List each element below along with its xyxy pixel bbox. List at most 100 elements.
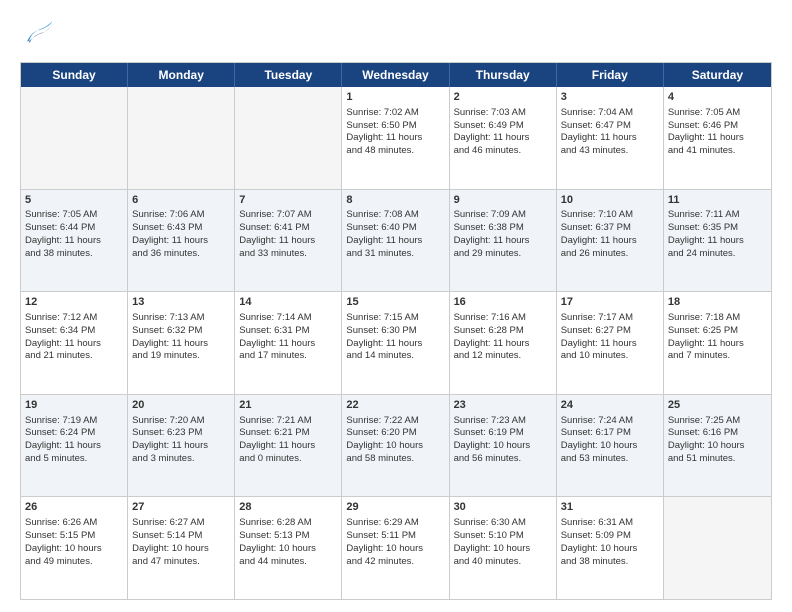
day-cell-13: 13Sunrise: 7:13 AMSunset: 6:32 PMDayligh… [128, 292, 235, 394]
day-cell-23: 23Sunrise: 7:23 AMSunset: 6:19 PMDayligh… [450, 395, 557, 497]
day-info-line: Daylight: 10 hours [561, 440, 659, 453]
day-info-line: and 41 minutes. [668, 145, 767, 158]
day-number: 6 [132, 193, 230, 208]
day-cell-1: 1Sunrise: 7:02 AMSunset: 6:50 PMDaylight… [342, 87, 449, 189]
day-info-line: Daylight: 11 hours [561, 132, 659, 145]
day-info-line: and 5 minutes. [25, 453, 123, 466]
logo-icon [20, 16, 56, 52]
day-info-line: Sunrise: 7:09 AM [454, 209, 552, 222]
day-number: 11 [668, 193, 767, 208]
day-info-line: Sunset: 6:34 PM [25, 325, 123, 338]
day-info-line: Sunset: 6:23 PM [132, 427, 230, 440]
day-info-line: and 29 minutes. [454, 248, 552, 261]
day-info-line: Sunset: 6:43 PM [132, 222, 230, 235]
day-cell-28: 28Sunrise: 6:28 AMSunset: 5:13 PMDayligh… [235, 497, 342, 599]
day-info-line: and 56 minutes. [454, 453, 552, 466]
day-info-line: Sunset: 6:32 PM [132, 325, 230, 338]
day-info-line: and 51 minutes. [668, 453, 767, 466]
day-info-line: Sunset: 5:09 PM [561, 530, 659, 543]
day-number: 9 [454, 193, 552, 208]
day-cell-26: 26Sunrise: 6:26 AMSunset: 5:15 PMDayligh… [21, 497, 128, 599]
day-info-line: Daylight: 10 hours [346, 440, 444, 453]
day-info-line: Sunset: 6:17 PM [561, 427, 659, 440]
day-info-line: Sunrise: 7:08 AM [346, 209, 444, 222]
day-info-line: Daylight: 11 hours [132, 338, 230, 351]
day-info-line: Sunrise: 6:27 AM [132, 517, 230, 530]
day-number: 16 [454, 295, 552, 310]
day-info-line: and 19 minutes. [132, 350, 230, 363]
day-cell-2: 2 Sunrise: 7:03 AMSunset: 6:49 PMDaylight… [450, 87, 557, 189]
day-number: 5 [25, 193, 123, 208]
day-cell-empty-0-1 [128, 87, 235, 189]
day-header-sunday: Sunday [21, 63, 128, 87]
day-info-line: Sunset: 6:37 PM [561, 222, 659, 235]
day-info-line: Daylight: 10 hours [239, 543, 337, 556]
day-number: 18 [668, 295, 767, 310]
day-number: 12 [25, 295, 123, 310]
day-info-line: Daylight: 10 hours [561, 543, 659, 556]
day-cell-8: 8Sunrise: 7:08 AMSunset: 6:40 PMDaylight… [342, 190, 449, 292]
day-number: 17 [561, 295, 659, 310]
day-info-line: and 58 minutes. [346, 453, 444, 466]
day-info-line: Sunrise: 7:19 AM [25, 415, 123, 428]
day-info-line: and 44 minutes. [239, 556, 337, 569]
day-number: 27 [132, 500, 230, 515]
day-info-line: Sunrise: 7:03 AM [454, 107, 552, 120]
day-info-line: and 42 minutes. [346, 556, 444, 569]
day-info-line: Sunset: 6:28 PM [454, 325, 552, 338]
day-cell-3: 3Sunrise: 7:04 AMSunset: 6:47 PMDaylight… [557, 87, 664, 189]
day-header-saturday: Saturday [664, 63, 771, 87]
week-row-2: 5Sunrise: 7:05 AMSunset: 6:44 PMDaylight… [21, 190, 771, 293]
day-info-line: Sunrise: 7:11 AM [668, 209, 767, 222]
day-info-line: Sunrise: 6:29 AM [346, 517, 444, 530]
day-cell-27: 27Sunrise: 6:27 AMSunset: 5:14 PMDayligh… [128, 497, 235, 599]
day-info-line: Sunrise: 7:24 AM [561, 415, 659, 428]
day-info-line: Daylight: 11 hours [132, 235, 230, 248]
day-cell-25: 25Sunrise: 7:25 AMSunset: 6:16 PMDayligh… [664, 395, 771, 497]
day-info-line: Sunrise: 7:21 AM [239, 415, 337, 428]
day-info-line: Sunrise: 7:07 AM [239, 209, 337, 222]
day-info-line: Daylight: 11 hours [346, 132, 444, 145]
day-info-line: Sunset: 6:50 PM [346, 120, 444, 133]
day-number: 2 [454, 90, 552, 105]
day-number: 15 [346, 295, 444, 310]
day-number: 31 [561, 500, 659, 515]
day-info-line: Sunset: 6:41 PM [239, 222, 337, 235]
day-number: 1 [346, 90, 444, 105]
day-info-line: Daylight: 11 hours [454, 235, 552, 248]
day-info-line: Daylight: 11 hours [346, 235, 444, 248]
day-info-line: Sunrise: 7:23 AM [454, 415, 552, 428]
day-info-line: Sunset: 5:13 PM [239, 530, 337, 543]
day-header-friday: Friday [557, 63, 664, 87]
day-info-line: Sunrise: 7:04 AM [561, 107, 659, 120]
day-info-line: Sunrise: 7:16 AM [454, 312, 552, 325]
day-info-line: Sunset: 6:49 PM [454, 120, 552, 133]
day-cell-12: 12Sunrise: 7:12 AMSunset: 6:34 PMDayligh… [21, 292, 128, 394]
day-info-line: Daylight: 11 hours [668, 235, 767, 248]
week-row-5: 26Sunrise: 6:26 AMSunset: 5:15 PMDayligh… [21, 497, 771, 599]
day-info-line: Sunrise: 6:30 AM [454, 517, 552, 530]
day-info-line: Sunset: 6:30 PM [346, 325, 444, 338]
day-info-line: and 10 minutes. [561, 350, 659, 363]
day-info-line: Daylight: 10 hours [132, 543, 230, 556]
day-info-line: Daylight: 11 hours [454, 132, 552, 145]
day-info-line: Daylight: 10 hours [25, 543, 123, 556]
day-cell-18: 18Sunrise: 7:18 AMSunset: 6:25 PMDayligh… [664, 292, 771, 394]
day-info-line: Sunset: 6:20 PM [346, 427, 444, 440]
day-info-line: and 24 minutes. [668, 248, 767, 261]
day-info-line: and 31 minutes. [346, 248, 444, 261]
day-info-line: and 36 minutes. [132, 248, 230, 261]
day-info-line: Sunset: 6:46 PM [668, 120, 767, 133]
day-info-line: Daylight: 11 hours [25, 338, 123, 351]
day-info-line: Daylight: 11 hours [239, 440, 337, 453]
day-info-line: Daylight: 11 hours [561, 235, 659, 248]
day-header-thursday: Thursday [450, 63, 557, 87]
day-number: 8 [346, 193, 444, 208]
day-info-line: and 17 minutes. [239, 350, 337, 363]
day-number: 29 [346, 500, 444, 515]
day-info-line: Sunrise: 7:13 AM [132, 312, 230, 325]
day-number: 25 [668, 398, 767, 413]
day-info-line: and 21 minutes. [25, 350, 123, 363]
calendar: SundayMondayTuesdayWednesdayThursdayFrid… [20, 62, 772, 600]
day-cell-31: 31Sunrise: 6:31 AMSunset: 5:09 PMDayligh… [557, 497, 664, 599]
